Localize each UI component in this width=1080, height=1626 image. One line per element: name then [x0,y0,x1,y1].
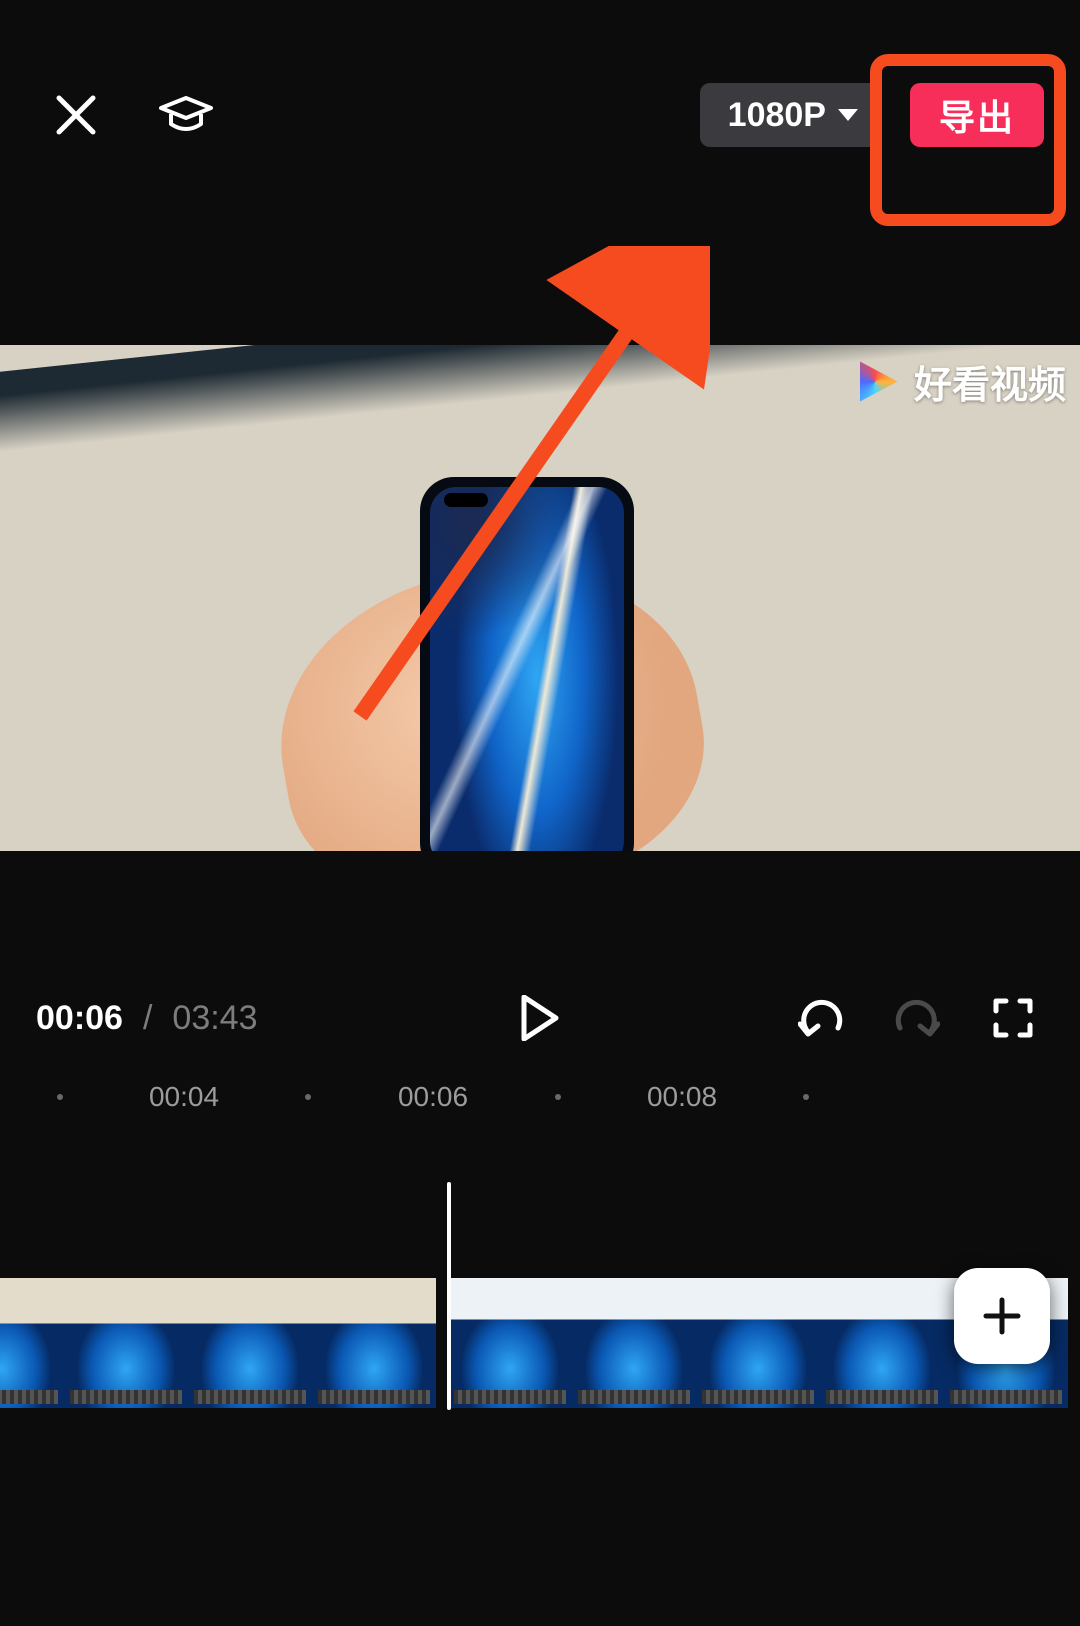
ruler-time-label: 00:08 [647,1081,717,1113]
plus-icon [980,1294,1024,1338]
video-watermark: 好看视频 [850,354,1066,409]
fullscreen-button[interactable] [982,987,1044,1049]
playback-bar: 00:06 / 03:43 [0,966,1080,1070]
ruler-time-label: 00:04 [149,1081,219,1113]
tutorial-button[interactable] [154,83,218,147]
resolution-selector[interactable]: 1080P [700,83,882,147]
graduation-cap-icon [157,92,215,138]
total-time: 03:43 [172,999,257,1038]
add-clip-button[interactable] [954,1268,1050,1364]
time-separator: / [143,999,152,1038]
resolution-label: 1080P [728,96,826,135]
timeline[interactable]: 00:04 00:06 00:08 [0,1070,1080,1626]
fullscreen-icon [992,997,1034,1039]
close-icon [53,92,99,138]
clip-thumbnail[interactable] [188,1278,312,1408]
clip-thumbnail[interactable] [0,1278,64,1408]
playhead[interactable] [447,1182,451,1410]
play-button[interactable] [509,987,571,1049]
video-preview[interactable] [0,345,1080,851]
haokan-logo-icon [850,357,900,407]
ruler-time-label: 00:06 [398,1081,468,1113]
undo-button[interactable] [790,987,852,1049]
clip-thumbnail[interactable] [572,1278,696,1408]
video-track[interactable] [0,1278,1068,1408]
editor-top-bar: 1080P 导出 [0,24,1080,206]
export-label: 导出 [939,89,1015,141]
play-icon [520,995,560,1041]
undo-icon [798,998,844,1038]
preview-area: 好看视频 [0,206,1080,966]
close-button[interactable] [44,83,108,147]
chevron-down-icon [838,109,858,121]
clip-thumbnail[interactable] [820,1278,944,1408]
ruler-tick [803,1094,809,1100]
redo-button[interactable] [886,987,948,1049]
current-time: 00:06 [36,999,123,1038]
status-bar [0,0,1080,24]
redo-icon [894,998,940,1038]
ruler-tick [305,1094,311,1100]
clip-thumbnail[interactable] [64,1278,188,1408]
ruler-tick [57,1094,63,1100]
clip-thumbnail[interactable] [448,1278,572,1408]
clip-thumbnail[interactable] [696,1278,820,1408]
ruler-tick [555,1094,561,1100]
time-ruler: 00:04 00:06 00:08 [0,1070,1080,1124]
watermark-text: 好看视频 [914,354,1066,409]
phone-mockup [420,477,634,851]
clip-thumbnail[interactable] [312,1278,436,1408]
export-button[interactable]: 导出 [910,83,1044,147]
